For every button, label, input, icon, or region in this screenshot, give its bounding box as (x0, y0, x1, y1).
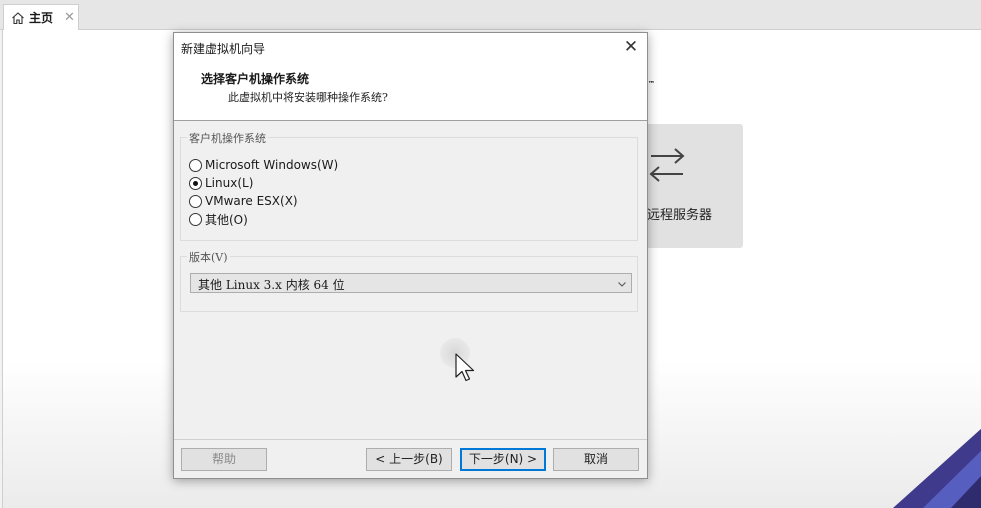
radio-other[interactable]: 其他(O) (189, 211, 248, 227)
page-title: 选择客户机操作系统 (201, 72, 310, 86)
version-select[interactable]: 其他 Linux 3.x 内核 64 位 (190, 273, 632, 293)
radio-label: VMware ESX(X) (205, 194, 298, 208)
connect-remote-server-card[interactable]: 远程服务器 (639, 124, 743, 248)
page-subtitle: 此虚拟机中将安装哪种操作系统? (228, 91, 388, 104)
radio-button[interactable] (189, 158, 202, 172)
radio-label: Linux(L) (205, 176, 254, 190)
close-icon[interactable]: ✕ (64, 11, 75, 24)
footer-divider (174, 439, 647, 440)
chevron-down-icon (617, 278, 627, 292)
close-icon[interactable]: ✕ (621, 37, 641, 57)
radio-vmware-esx[interactable]: VMware ESX(X) (189, 193, 298, 209)
radio-label: 其他(O) (205, 212, 248, 227)
version-group: 版本(V) 其他 Linux 3.x 内核 64 位 (180, 249, 638, 312)
radio-label: Microsoft Windows(W) (205, 158, 339, 172)
next-button[interactable]: 下一步(N) > (460, 448, 546, 471)
guest-os-legend: 客户机操作系统 (187, 130, 268, 146)
tab-label: 主页 (29, 11, 54, 25)
radio-button[interactable] (189, 194, 202, 208)
dialog-title: 新建虚拟机向导 (181, 42, 266, 56)
new-vm-wizard-dialog: 新建虚拟机向导 ✕ 选择客户机操作系统 此虚拟机中将安装哪种操作系统? 客户机操… (173, 32, 648, 479)
version-legend: 版本(V) (187, 249, 230, 265)
dialog-header: 选择客户机操作系统 此虚拟机中将安装哪种操作系统? (174, 61, 647, 121)
dialog-titlebar[interactable]: 新建虚拟机向导 ✕ (174, 33, 647, 61)
help-button[interactable]: 帮助 (181, 448, 267, 471)
remote-server-label: 远程服务器 (647, 208, 713, 223)
version-select-value: 其他 Linux 3.x 内核 64 位 (198, 278, 345, 292)
radio-button[interactable] (189, 212, 202, 226)
mouse-pointer-icon (455, 353, 477, 386)
guest-os-group: 客户机操作系统 Microsoft Windows(W) Linux(L) VM… (180, 130, 638, 241)
tab-strip: 主页 ✕ (0, 0, 981, 30)
back-button[interactable]: < 上一步(B) (366, 448, 452, 471)
radio-linux[interactable]: Linux(L) (189, 175, 253, 191)
radio-button[interactable] (189, 176, 202, 190)
decorative-corner-graphic (863, 420, 981, 508)
radio-microsoft-windows[interactable]: Microsoft Windows(W) (189, 157, 338, 173)
cancel-button[interactable]: 取消 (553, 448, 639, 471)
home-icon (11, 11, 25, 25)
tab-home[interactable]: 主页 ✕ (3, 4, 79, 30)
trademark-mark: ™ (648, 80, 655, 88)
